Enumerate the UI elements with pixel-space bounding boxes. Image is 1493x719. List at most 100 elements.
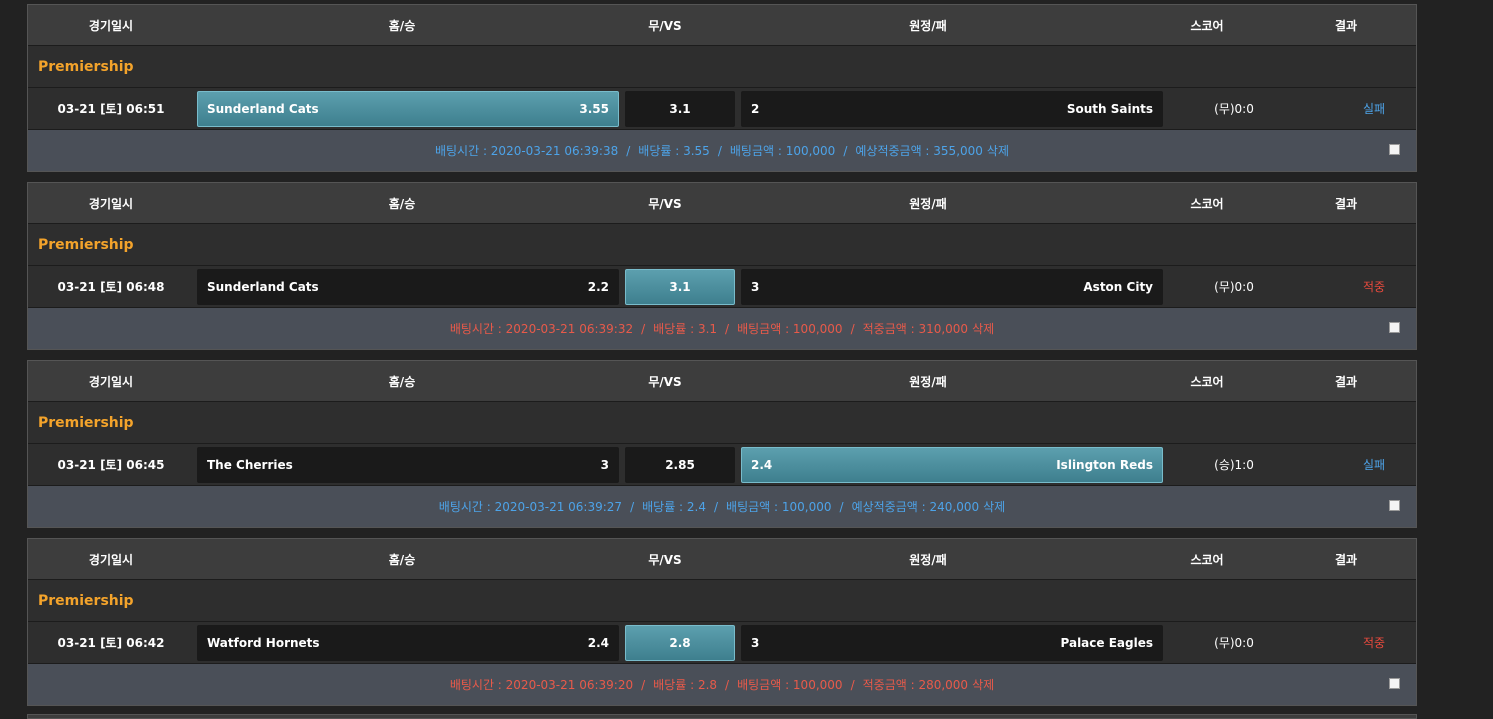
away-odds-cell[interactable]: 2.4 Islington Reds <box>741 446 1163 483</box>
bet-info-bar: 배팅시간 : 2020-03-21 06:39:32 / 배당률 : 3.1 /… <box>28 308 1416 349</box>
bet-info-bar: 배팅시간 : 2020-03-21 06:39:38 / 배당률 : 3.55 … <box>28 130 1416 171</box>
bet-info-bar: 배팅시간 : 2020-03-21 06:39:20 / 배당률 : 2.8 /… <box>28 664 1416 705</box>
payout-amount: 적중금액 : 280,000 <box>862 678 969 692</box>
header-draw: 무/VS <box>648 374 682 389</box>
header-draw: 무/VS <box>648 552 682 567</box>
header-away: 원정/패 <box>909 552 947 567</box>
header-away: 원정/패 <box>909 196 947 211</box>
home-odds-cell[interactable]: The Cherries 3 <box>197 446 619 483</box>
bet-table-header: 경기일시 홈/승 무/VS 원정/패 스코어 결과 <box>28 183 1416 224</box>
home-team: Sunderland Cats <box>207 279 319 294</box>
home-odds-cell[interactable]: Sunderland Cats 3.55 <box>197 90 619 127</box>
league-name: Premiership <box>28 46 1416 88</box>
header-draw: 무/VS <box>648 18 682 33</box>
select-checkbox[interactable] <box>1389 678 1400 689</box>
header-draw: 무/VS <box>648 196 682 211</box>
header-home: 홈/승 <box>388 196 416 211</box>
bet-amount: 배팅금액 : 100,000 <box>726 500 832 514</box>
away-odds-cell[interactable]: 3 Aston City <box>741 268 1163 305</box>
bet-rate: 배당률 : 2.4 <box>642 500 706 514</box>
next-bet-card-edge <box>27 714 1417 719</box>
header-home: 홈/승 <box>388 18 416 33</box>
draw-odds: 3.1 <box>669 279 691 294</box>
bet-card: 경기일시 홈/승 무/VS 원정/패 스코어 결과 Premiership 03… <box>27 538 1417 706</box>
header-home: 홈/승 <box>388 374 416 389</box>
bet-rate: 배당률 : 3.55 <box>638 144 710 158</box>
draw-odds: 3.1 <box>669 101 691 116</box>
header-score: 스코어 <box>1190 196 1224 211</box>
header-date: 경기일시 <box>88 374 134 389</box>
home-team: Watford Hornets <box>207 635 320 650</box>
header-score: 스코어 <box>1190 374 1224 389</box>
payout-amount: 예상적중금액 : 240,000 <box>851 500 980 514</box>
away-odds: 3 <box>751 635 760 650</box>
delete-link[interactable]: 삭제 <box>987 142 1009 159</box>
header-result: 결과 <box>1334 18 1358 33</box>
payout-amount: 예상적중금액 : 355,000 <box>855 144 983 158</box>
header-date: 경기일시 <box>88 18 134 33</box>
bet-time: 배팅시간 : 2020-03-21 06:39:20 <box>449 678 634 692</box>
result-status: 적중 <box>1362 280 1386 294</box>
delete-link[interactable]: 삭제 <box>983 498 1005 515</box>
bet-time: 배팅시간 : 2020-03-21 06:39:32 <box>449 322 634 336</box>
draw-odds-cell[interactable]: 3.1 <box>625 268 735 305</box>
bet-table-header: 경기일시 홈/승 무/VS 원정/패 스코어 결과 <box>28 361 1416 402</box>
home-odds-cell[interactable]: Watford Hornets 2.4 <box>197 624 619 661</box>
bet-info-bar: 배팅시간 : 2020-03-21 06:39:27 / 배당률 : 2.4 /… <box>28 486 1416 527</box>
away-odds: 2 <box>751 101 760 116</box>
away-odds: 3 <box>751 279 760 294</box>
home-odds: 3.55 <box>579 101 609 116</box>
away-odds-cell[interactable]: 2 South Saints <box>741 90 1163 127</box>
bet-table-header: 경기일시 홈/승 무/VS 원정/패 스코어 결과 <box>28 539 1416 580</box>
header-result: 결과 <box>1334 374 1358 389</box>
bet-time: 배팅시간 : 2020-03-21 06:39:27 <box>438 500 623 514</box>
bet-history-list: 경기일시 홈/승 무/VS 원정/패 스코어 결과 Premiership 03… <box>27 4 1417 716</box>
bet-rate: 배당률 : 2.8 <box>653 678 718 692</box>
delete-link[interactable]: 삭제 <box>972 676 994 693</box>
away-team: Aston City <box>1083 279 1153 294</box>
game-row: 03-21 [토] 06:45 The Cherries 3 2.85 2.4 … <box>28 444 1416 486</box>
away-odds: 2.4 <box>751 457 773 472</box>
game-date: 03-21 [토] 06:42 <box>57 636 165 650</box>
bet-time: 배팅시간 : 2020-03-21 06:39:38 <box>434 144 619 158</box>
score: (무)0:0 <box>1214 102 1254 116</box>
header-date: 경기일시 <box>88 552 134 567</box>
away-odds-cell[interactable]: 3 Palace Eagles <box>741 624 1163 661</box>
result-status: 실패 <box>1362 458 1386 472</box>
select-checkbox[interactable] <box>1389 500 1400 511</box>
payout-amount: 적중금액 : 310,000 <box>862 322 969 336</box>
draw-odds-cell[interactable]: 2.85 <box>625 446 735 483</box>
delete-link[interactable]: 삭제 <box>972 320 994 337</box>
draw-odds-cell[interactable]: 3.1 <box>625 90 735 127</box>
header-date: 경기일시 <box>88 196 134 211</box>
bet-amount: 배팅금액 : 100,000 <box>737 322 843 336</box>
header-score: 스코어 <box>1190 552 1224 567</box>
bet-card: 경기일시 홈/승 무/VS 원정/패 스코어 결과 Premiership 03… <box>27 4 1417 172</box>
home-odds: 2.2 <box>587 279 609 294</box>
away-team: Islington Reds <box>1056 457 1153 472</box>
home-team: Sunderland Cats <box>207 101 319 116</box>
bet-rate: 배당률 : 3.1 <box>653 322 718 336</box>
draw-odds-cell[interactable]: 2.8 <box>625 624 735 661</box>
game-date: 03-21 [토] 06:51 <box>57 102 165 116</box>
home-odds-cell[interactable]: Sunderland Cats 2.2 <box>197 268 619 305</box>
header-score: 스코어 <box>1190 18 1224 33</box>
game-row: 03-21 [토] 06:51 Sunderland Cats 3.55 3.1… <box>28 88 1416 130</box>
draw-odds: 2.8 <box>669 635 691 650</box>
header-away: 원정/패 <box>909 18 947 33</box>
score: (무)0:0 <box>1214 280 1254 294</box>
away-team: Palace Eagles <box>1060 635 1154 650</box>
league-name: Premiership <box>28 580 1416 622</box>
result-status: 실패 <box>1362 102 1386 116</box>
select-checkbox[interactable] <box>1389 322 1400 333</box>
league-name: Premiership <box>28 402 1416 444</box>
bet-table-header: 경기일시 홈/승 무/VS 원정/패 스코어 결과 <box>28 5 1416 46</box>
league-name: Premiership <box>28 224 1416 266</box>
bet-card: 경기일시 홈/승 무/VS 원정/패 스코어 결과 Premiership 03… <box>27 360 1417 528</box>
draw-odds: 2.85 <box>665 457 695 472</box>
select-checkbox[interactable] <box>1389 144 1400 155</box>
header-home: 홈/승 <box>388 552 416 567</box>
header-result: 결과 <box>1334 552 1358 567</box>
header-away: 원정/패 <box>909 374 947 389</box>
away-team: South Saints <box>1066 101 1153 116</box>
